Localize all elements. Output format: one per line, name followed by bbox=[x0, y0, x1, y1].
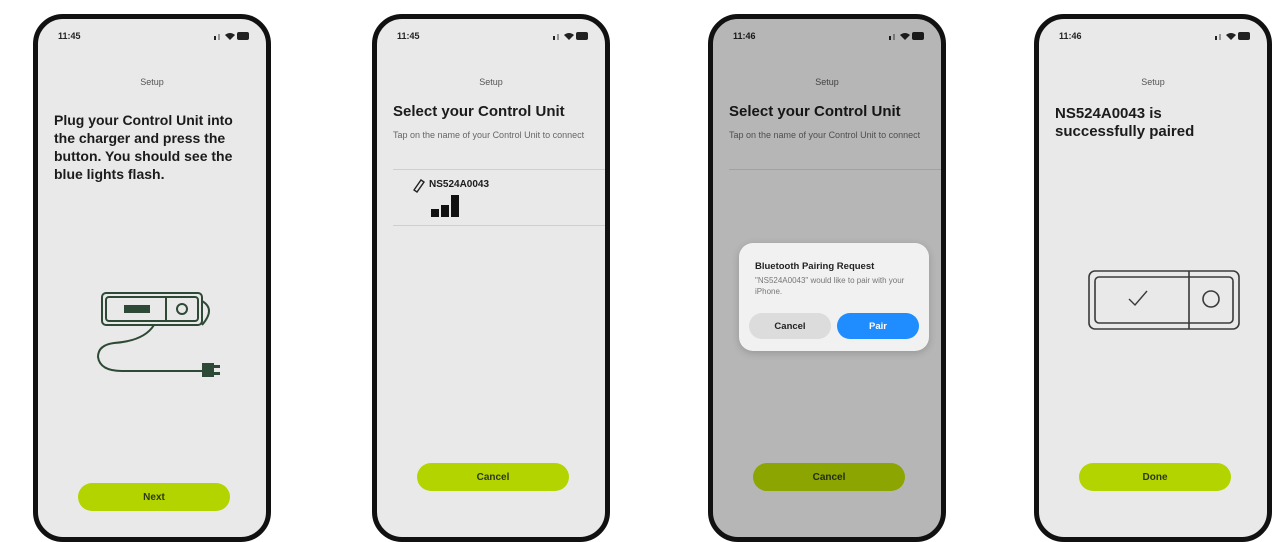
wifi-icon bbox=[225, 33, 235, 40]
bluetooth-pairing-alert: Bluetooth Pairing Request "NS524A0043" w… bbox=[739, 243, 929, 351]
next-button[interactable]: Next bbox=[78, 483, 230, 511]
alert-message: "NS524A0043" would like to pair with you… bbox=[755, 276, 905, 296]
status-icons bbox=[214, 32, 249, 40]
status-time: 11:45 bbox=[397, 31, 420, 41]
done-button[interactable]: Done bbox=[1079, 463, 1231, 491]
device-name: NS524A0043 bbox=[429, 179, 490, 190]
page-title: Setup bbox=[479, 77, 503, 87]
battery-icon bbox=[1238, 32, 1250, 40]
signal-bars-icon bbox=[431, 195, 471, 217]
page-heading: Select your Control Unit bbox=[393, 103, 565, 120]
divider bbox=[393, 169, 605, 170]
paired-device-illustration-icon bbox=[1088, 270, 1240, 330]
status-time: 11:46 bbox=[1059, 31, 1082, 41]
phone-screen-pairing-request: 11:46 Setup Select your Control Unit Tap… bbox=[708, 14, 946, 542]
status-icons bbox=[1215, 32, 1250, 40]
phone-screen-select-unit: 11:45 Setup Select your Control Unit Tap… bbox=[372, 14, 610, 542]
wifi-icon bbox=[564, 33, 574, 40]
phone-screen-plug-in: 11:45 Setup Plug your Control Unit into … bbox=[33, 14, 271, 542]
instruction-text: Tap on the name of your Control Unit to … bbox=[393, 130, 585, 140]
page-title: Setup bbox=[1141, 77, 1165, 87]
page-title: Setup bbox=[140, 77, 164, 87]
bluetooth-device-icon bbox=[413, 179, 425, 193]
wifi-icon bbox=[1226, 33, 1236, 40]
battery-icon bbox=[237, 32, 249, 40]
battery-icon bbox=[576, 32, 588, 40]
alert-cancel-button[interactable]: Cancel bbox=[749, 313, 831, 339]
charger-illustration-icon bbox=[96, 292, 220, 377]
success-heading: NS524A0043 is successfully paired bbox=[1055, 105, 1195, 140]
device-list-item[interactable]: NS524A0043 bbox=[411, 177, 585, 221]
alert-pair-button[interactable]: Pair bbox=[837, 313, 919, 339]
status-bar: 11:46 bbox=[1059, 29, 1251, 45]
status-icons bbox=[553, 32, 588, 40]
status-bar: 11:45 bbox=[397, 29, 589, 45]
instruction-heading: Plug your Control Unit into the charger … bbox=[54, 112, 233, 182]
alert-title: Bluetooth Pairing Request bbox=[755, 261, 875, 272]
status-time: 11:45 bbox=[58, 31, 81, 41]
divider bbox=[393, 225, 605, 226]
phone-screen-paired: 11:46 Setup NS524A0043 is successfully p… bbox=[1034, 14, 1272, 542]
status-bar: 11:45 bbox=[58, 29, 250, 45]
cancel-button[interactable]: Cancel bbox=[417, 463, 569, 491]
